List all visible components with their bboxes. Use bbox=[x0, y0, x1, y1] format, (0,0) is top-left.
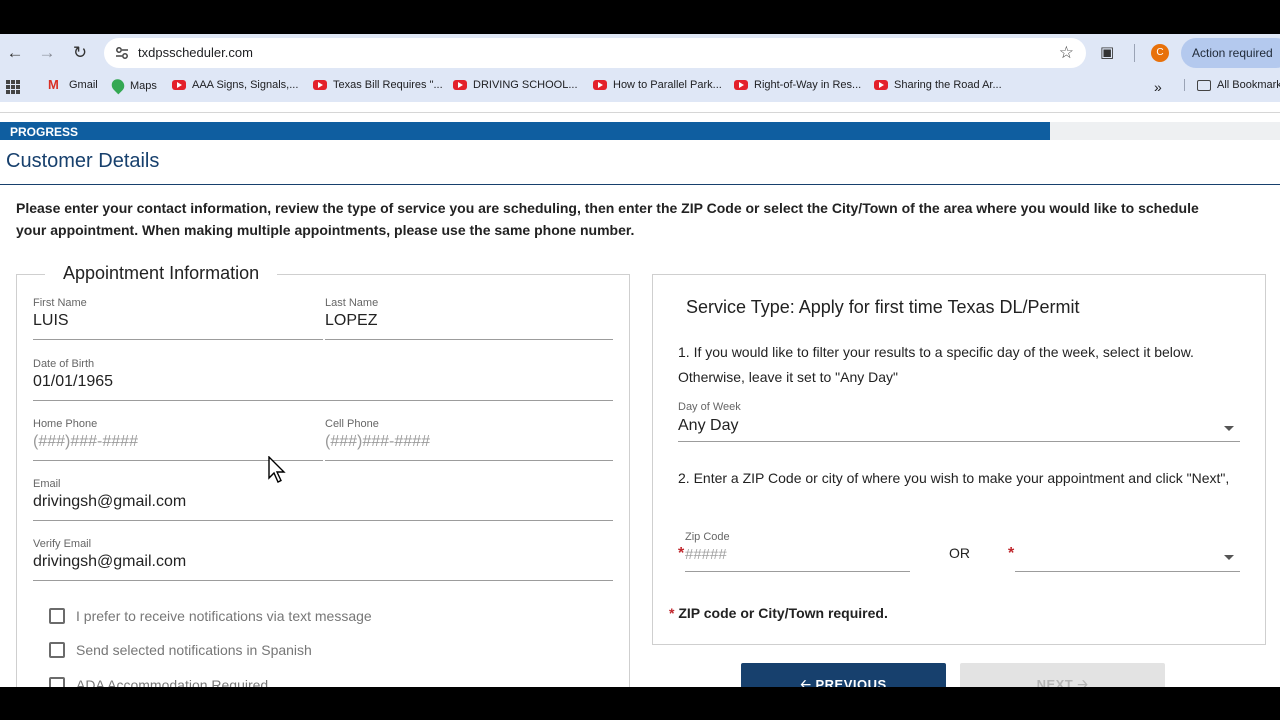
browser-toolbar: ← → ↻ txdpsscheduler.com ☆ ▣ C Action re… bbox=[0, 34, 1280, 72]
back-arrow-icon[interactable]: ← bbox=[4, 42, 26, 64]
folder-icon bbox=[1197, 79, 1211, 91]
screen-bottom-bar bbox=[0, 687, 1280, 720]
verify-email-label: Verify Email bbox=[33, 538, 92, 550]
zip-code-label: Zip Code bbox=[685, 531, 730, 543]
cast-icon[interactable]: ▣ bbox=[1100, 43, 1114, 61]
chevron-down-icon[interactable] bbox=[1224, 555, 1234, 560]
first-name-field[interactable]: First Name LUIS bbox=[33, 297, 323, 340]
required-asterisk: * bbox=[1008, 545, 1015, 562]
more-bookmarks-chevron-icon[interactable]: » bbox=[1154, 79, 1162, 95]
first-name-label: First Name bbox=[33, 297, 87, 309]
cell-phone-label: Cell Phone bbox=[325, 418, 379, 430]
date-of-birth-label: Date of Birth bbox=[33, 358, 95, 370]
bookmarks-bar: M Gmail Maps AAA Signs, Signals,... Texas… bbox=[0, 72, 1280, 102]
page-title: Customer Details bbox=[6, 150, 160, 172]
gmail-icon: M bbox=[48, 77, 59, 92]
text-notifications-checkbox[interactable]: I prefer to receive notifications via te… bbox=[49, 608, 372, 624]
last-name-field[interactable]: Last Name LOPEZ bbox=[325, 297, 613, 340]
youtube-icon bbox=[874, 80, 888, 90]
progress-label: PROGRESS bbox=[10, 125, 79, 139]
last-name-input[interactable]: LOPEZ bbox=[325, 312, 613, 332]
home-phone-input[interactable]: (###)###-#### bbox=[33, 433, 323, 453]
intro-text: Please enter your contact information, r… bbox=[16, 200, 1199, 238]
day-of-week-select[interactable]: Any Day bbox=[678, 417, 738, 435]
date-of-birth-field[interactable]: Date of Birth 01/01/1965 bbox=[33, 358, 613, 401]
toolbar-divider bbox=[1134, 44, 1135, 62]
ada-accommodation-checkbox[interactable]: ADA Accommodation Required bbox=[49, 677, 268, 687]
bookmark-item[interactable]: How to Parallel Park... bbox=[593, 79, 722, 91]
youtube-icon bbox=[593, 80, 607, 90]
required-asterisk: * bbox=[678, 545, 685, 562]
chevron-down-icon[interactable] bbox=[1224, 426, 1234, 431]
url-text[interactable]: txdpsscheduler.com bbox=[138, 45, 253, 60]
cell-phone-field[interactable]: Cell Phone (###)###-#### bbox=[325, 418, 613, 461]
page-content: PROGRESS Customer Details Please enter y… bbox=[0, 102, 1280, 687]
zip-code-input[interactable]: ##### bbox=[685, 546, 727, 563]
or-separator: OR bbox=[949, 545, 970, 561]
next-button[interactable]: NEXT 🡢 bbox=[960, 663, 1165, 687]
progress-bar: PROGRESS bbox=[0, 122, 1280, 140]
day-filter-instructions: 1. If you would like to filter your resu… bbox=[678, 344, 1194, 385]
bookmark-star-icon[interactable]: ☆ bbox=[1059, 43, 1074, 63]
all-bookmarks-button[interactable]: All Bookmarks bbox=[1184, 79, 1280, 91]
city-town-select[interactable] bbox=[1015, 543, 1240, 571]
service-type-panel: Service Type: Apply for first time Texas… bbox=[652, 274, 1266, 645]
email-input[interactable]: drivingsh@gmail.com bbox=[33, 493, 613, 513]
email-label: Email bbox=[33, 478, 61, 490]
youtube-icon bbox=[313, 80, 327, 90]
bookmark-item[interactable]: Texas Bill Requires "... bbox=[313, 79, 443, 91]
appointment-information-panel: Appointment Information First Name LUIS … bbox=[16, 263, 630, 687]
profile-avatar[interactable]: C bbox=[1151, 44, 1169, 62]
maps-icon bbox=[109, 76, 127, 95]
location-instructions: 2. Enter a ZIP Code or city of where you… bbox=[678, 470, 1230, 486]
required-note: * ZIP code or City/Town required. bbox=[669, 605, 888, 621]
apps-grid-icon[interactable] bbox=[6, 80, 20, 94]
title-divider bbox=[0, 184, 1280, 185]
screen-top-bar bbox=[0, 0, 1280, 34]
youtube-icon bbox=[453, 80, 467, 90]
home-phone-label: Home Phone bbox=[33, 418, 98, 430]
youtube-icon bbox=[172, 80, 186, 90]
header-divider bbox=[0, 112, 1280, 113]
bookmark-item[interactable]: Sharing the Road Ar... bbox=[874, 79, 1002, 91]
last-name-label: Last Name bbox=[325, 297, 379, 309]
bookmark-gmail[interactable]: M Gmail bbox=[48, 77, 98, 92]
cell-phone-input[interactable]: (###)###-#### bbox=[325, 433, 613, 453]
reload-icon[interactable]: ↻ bbox=[69, 42, 91, 64]
first-name-input[interactable]: LUIS bbox=[33, 312, 323, 332]
previous-button[interactable]: 🡠 PREVIOUS bbox=[741, 663, 946, 687]
youtube-icon bbox=[734, 80, 748, 90]
site-settings-icon[interactable] bbox=[114, 45, 130, 61]
bookmark-maps[interactable]: Maps bbox=[109, 76, 157, 95]
bookmark-item[interactable]: Right-of-Way in Res... bbox=[734, 79, 861, 91]
action-required-button[interactable]: Action required bbox=[1181, 38, 1280, 68]
verify-email-input[interactable]: drivingsh@gmail.com bbox=[33, 553, 613, 573]
forward-arrow-icon[interactable]: → bbox=[36, 42, 58, 64]
bookmark-item[interactable]: AAA Signs, Signals,... bbox=[172, 79, 298, 91]
email-field[interactable]: Email drivingsh@gmail.com bbox=[33, 478, 613, 521]
date-of-birth-input[interactable]: 01/01/1965 bbox=[33, 373, 613, 393]
address-bar[interactable]: txdpsscheduler.com ☆ bbox=[104, 38, 1086, 68]
service-type-title: Service Type: Apply for first time Texas… bbox=[686, 297, 1080, 317]
mouse-cursor-icon bbox=[268, 456, 286, 483]
appointment-legend: Appointment Information bbox=[45, 263, 278, 284]
day-of-week-label: Day of Week bbox=[678, 401, 741, 413]
bookmark-item[interactable]: DRIVING SCHOOL... bbox=[453, 79, 578, 91]
progress-fill bbox=[0, 122, 1050, 140]
home-phone-field[interactable]: Home Phone (###)###-#### bbox=[33, 418, 323, 461]
spanish-notifications-checkbox[interactable]: Send selected notifications in Spanish bbox=[49, 642, 312, 658]
verify-email-field[interactable]: Verify Email drivingsh@gmail.com bbox=[33, 538, 613, 581]
